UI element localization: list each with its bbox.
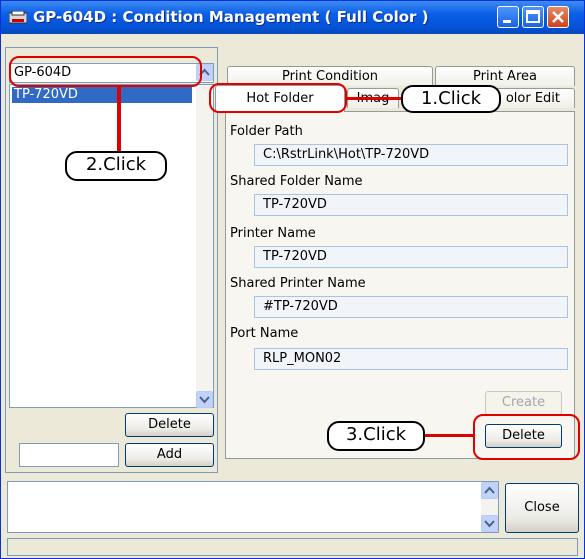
create-button[interactable]: Create: [485, 391, 562, 415]
callout-delete-button: [473, 414, 580, 460]
minimize-button[interactable]: [497, 6, 519, 28]
folder-path-field: C:\RstrLink\Hot\TP-720VD: [254, 144, 568, 166]
maximize-icon: [526, 10, 540, 23]
step1-label: 1.Click: [401, 85, 501, 113]
maximize-button[interactable]: [522, 6, 544, 28]
callout-connector: [117, 87, 121, 151]
callout-printer-combo: [9, 56, 202, 87]
step3-label: 3.Click: [327, 421, 425, 451]
shared-folder-label: Shared Folder Name: [230, 174, 363, 189]
message-scroll-down-button[interactable]: [481, 515, 498, 532]
shared-printer-field: #TP-720VD: [254, 296, 568, 318]
callout-connector: [347, 97, 403, 100]
step2-label: 2.Click: [65, 151, 167, 181]
callout-hot-folder-tab: [209, 83, 347, 113]
chevron-up-icon: [484, 486, 495, 494]
chevron-down-icon: [484, 520, 495, 528]
add-printer-input[interactable]: [19, 443, 119, 467]
app-icon: [9, 11, 27, 24]
close-window-button[interactable]: [547, 6, 569, 28]
list-item[interactable]: TP-720VD: [12, 87, 192, 103]
title-bar[interactable]: GP-604D : Condition Management ( Full Co…: [1, 1, 584, 34]
folder-path-label: Folder Path: [230, 124, 303, 139]
add-printer-button[interactable]: Add: [125, 443, 214, 467]
port-name-field: RLP_MON02: [254, 348, 568, 370]
printer-name-label: Printer Name: [230, 226, 316, 241]
tab-print-area[interactable]: Print Area: [435, 66, 575, 86]
scroll-down-button[interactable]: [196, 391, 213, 408]
status-bar: [7, 538, 578, 556]
message-area: [7, 481, 499, 533]
close-button[interactable]: Close: [505, 483, 579, 533]
shared-folder-field: TP-720VD: [254, 194, 568, 216]
delete-printer-button[interactable]: Delete: [125, 413, 214, 437]
message-scrollbar[interactable]: [481, 482, 498, 532]
window-title: GP-604D : Condition Management ( Full Co…: [33, 8, 429, 26]
callout-connector: [423, 434, 475, 437]
printer-name-field: TP-720VD: [254, 246, 568, 268]
minimize-icon: [503, 20, 511, 23]
printer-list[interactable]: TP-720VD: [9, 64, 214, 408]
close-icon: [552, 11, 564, 23]
shared-printer-label: Shared Printer Name: [230, 276, 366, 291]
chevron-down-icon: [199, 396, 210, 404]
message-scroll-up-button[interactable]: [481, 482, 498, 499]
printer-list-scrollbar[interactable]: [196, 64, 213, 408]
port-name-label: Port Name: [230, 326, 299, 341]
main-window: GP-604D : Condition Management ( Full Co…: [0, 0, 585, 559]
